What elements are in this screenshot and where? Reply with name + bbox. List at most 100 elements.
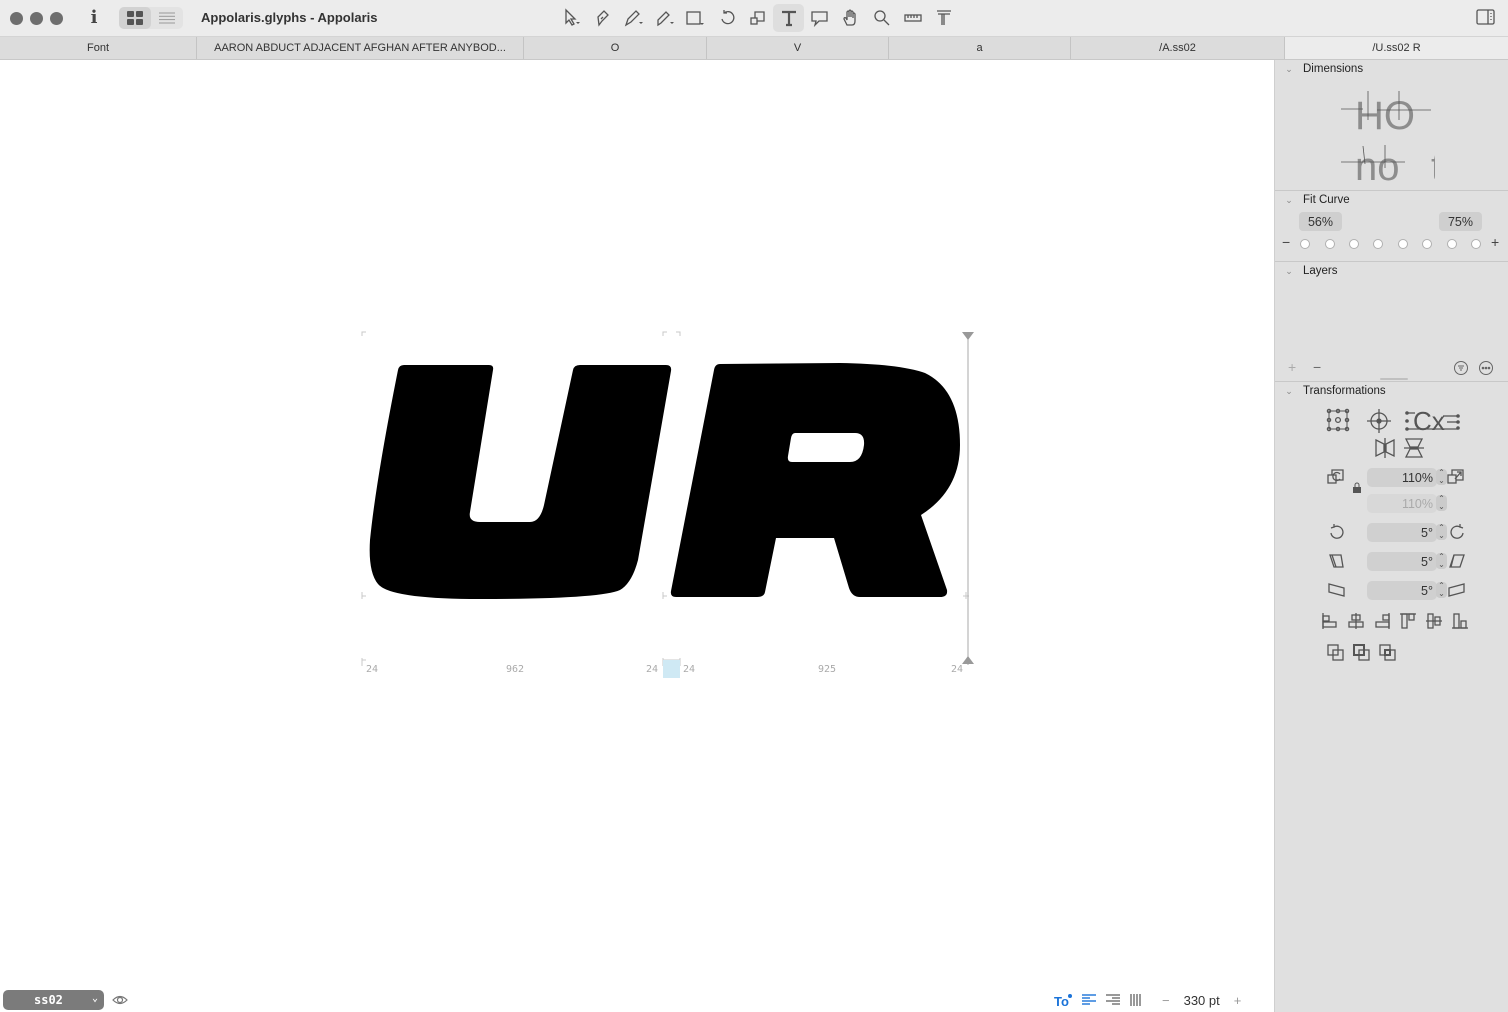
union-button[interactable] — [1326, 643, 1346, 668]
kerning-top-triangle[interactable] — [962, 332, 974, 340]
flip-horizontal-button[interactable] — [1374, 437, 1396, 464]
vertical-writing-button[interactable] — [1130, 994, 1142, 1006]
align-left-button[interactable] — [1082, 994, 1096, 1006]
align-right-button[interactable] — [1106, 994, 1120, 1006]
fit-curve-dot[interactable] — [1398, 239, 1408, 249]
glyph-edit-canvas[interactable]: 24 962 24 24 925 24 — [0, 60, 1274, 1012]
transform-origin-grid-button[interactable] — [1326, 408, 1350, 437]
skew-x-field[interactable]: 5° — [1367, 552, 1437, 571]
metrics-tool-button[interactable] — [928, 4, 959, 32]
rectangle-tool-button[interactable] — [680, 4, 711, 32]
skew-right-button[interactable] — [1447, 551, 1467, 576]
rotate-tool-button[interactable] — [711, 4, 742, 32]
tab-text-sample[interactable]: AARON ABDUCT ADJACENT AFGHAN AFTER ANYBO… — [197, 37, 524, 59]
rotate-angle-field[interactable]: 5° — [1367, 523, 1437, 542]
scale-y-stepper[interactable]: ⌃ ⌄ — [1436, 495, 1447, 511]
fit-curve-dot[interactable] — [1422, 239, 1432, 249]
align-bottom-edges-button[interactable] — [1451, 612, 1469, 635]
text-options-button[interactable]: To — [1054, 993, 1072, 1007]
zoom-tool-button[interactable] — [866, 4, 897, 32]
r-width-value[interactable]: 925 — [818, 664, 836, 675]
text-tool-button[interactable] — [773, 4, 804, 32]
feature-select[interactable]: ss02 ⌄ — [3, 990, 104, 1010]
pen-tool-button[interactable] — [618, 4, 649, 32]
layer-filter-icon[interactable] — [1453, 360, 1469, 376]
tab-glyph-a[interactable]: a — [889, 37, 1071, 59]
increase-size-button[interactable]: + — [1234, 993, 1242, 1008]
skew-down-button[interactable] — [1327, 580, 1347, 605]
glyph-u-ss02[interactable] — [369, 365, 672, 599]
dimensions-preview[interactable]: HO no t — [1335, 84, 1435, 184]
list-view-button[interactable] — [151, 7, 183, 29]
skew-left-button[interactable] — [1327, 551, 1347, 576]
tab-glyph-v[interactable]: V — [707, 37, 889, 59]
fit-curve-min-field[interactable]: 56% — [1299, 212, 1342, 231]
r-rsb-value[interactable]: 24 — [951, 664, 963, 675]
transform-metric-origin-button[interactable]: Cx — [1403, 406, 1463, 440]
fit-curve-max-field[interactable]: 75% — [1439, 212, 1482, 231]
zoom-window-button[interactable] — [50, 12, 63, 25]
pencil-tool-button[interactable] — [649, 4, 680, 32]
scale-up-button[interactable] — [1446, 467, 1468, 494]
fit-curve-plus-button[interactable]: + — [1491, 234, 1499, 250]
tab-glyph-o[interactable]: O — [524, 37, 707, 59]
decrease-size-button[interactable]: − — [1162, 993, 1170, 1008]
font-size-field[interactable]: 330 pt — [1184, 993, 1220, 1008]
fit-curve-dot[interactable] — [1471, 239, 1481, 249]
skew-up-button[interactable] — [1447, 580, 1467, 605]
toggle-sidebar-button[interactable] — [1476, 9, 1496, 26]
rotate-stepper[interactable]: ⌃ ⌄ — [1436, 524, 1447, 540]
transformations-section-header[interactable]: ⌄ Transformations — [1275, 382, 1508, 400]
fit-curve-dot[interactable] — [1349, 239, 1359, 249]
u-rsb-value[interactable]: 24 — [646, 664, 658, 675]
align-top-edges-button[interactable] — [1399, 612, 1417, 635]
rotate-ccw-button[interactable] — [1327, 522, 1347, 547]
select-tool-button[interactable] — [556, 4, 587, 32]
tab-glyph-u-ss02-r[interactable]: /U.ss02 R — [1285, 37, 1508, 59]
grid-view-button[interactable] — [119, 7, 151, 29]
tab-font[interactable]: Font — [0, 37, 197, 59]
intersect-button[interactable] — [1378, 643, 1398, 668]
scale-x-field[interactable]: 110% — [1367, 468, 1437, 487]
transform-origin-point-button[interactable] — [1366, 408, 1392, 439]
fit-curve-section-header[interactable]: ⌄ Fit Curve — [1275, 191, 1508, 209]
info-icon[interactable]: i — [86, 7, 102, 29]
lock-icon[interactable] — [1352, 482, 1362, 494]
fit-curve-dot[interactable] — [1325, 239, 1335, 249]
align-right-edges-button[interactable] — [1373, 612, 1391, 635]
fit-curve-dot[interactable] — [1300, 239, 1310, 249]
pen-nib-tool-button[interactable] — [587, 4, 618, 32]
hand-tool-button[interactable] — [835, 4, 866, 32]
scale-down-button[interactable] — [1326, 467, 1348, 494]
scale-tool-button[interactable] — [742, 4, 773, 32]
kerning-bottom-triangle[interactable] — [962, 656, 974, 664]
u-lsb-value[interactable]: 24 — [366, 664, 378, 675]
remove-layer-button[interactable]: − — [1313, 359, 1321, 375]
preview-toggle-button[interactable] — [112, 993, 128, 1007]
annotation-tool-button[interactable] — [804, 4, 835, 32]
align-horizontal-centers-button[interactable] — [1347, 612, 1365, 635]
close-window-button[interactable] — [10, 12, 23, 25]
align-vertical-centers-button[interactable] — [1425, 612, 1443, 635]
add-layer-button[interactable]: + — [1288, 359, 1296, 375]
minimize-window-button[interactable] — [30, 12, 43, 25]
u-width-value[interactable]: 962 — [506, 664, 524, 675]
scale-y-field[interactable]: 110% — [1367, 494, 1437, 513]
dimensions-section-header[interactable]: ⌄ Dimensions — [1275, 60, 1508, 78]
skew-y-stepper[interactable]: ⌃ ⌄ — [1436, 582, 1447, 598]
fit-curve-dot[interactable] — [1373, 239, 1383, 249]
flip-vertical-button[interactable] — [1403, 437, 1425, 464]
skew-x-stepper[interactable]: ⌃ ⌄ — [1436, 553, 1447, 569]
skew-y-field[interactable]: 5° — [1367, 581, 1437, 600]
glyph-r[interactable] — [670, 363, 960, 597]
layers-resize-handle[interactable] — [1380, 378, 1408, 380]
subtract-button[interactable] — [1352, 643, 1372, 668]
fit-curve-minus-button[interactable]: − — [1282, 234, 1290, 250]
layers-section-header[interactable]: ⌄ Layers — [1275, 262, 1508, 280]
measure-tool-button[interactable] — [897, 4, 928, 32]
align-left-edges-button[interactable] — [1321, 612, 1339, 635]
tab-glyph-a-ss02[interactable]: /A.ss02 — [1071, 37, 1285, 59]
r-lsb-value[interactable]: 24 — [683, 664, 695, 675]
fit-curve-dot[interactable] — [1447, 239, 1457, 249]
rotate-cw-button[interactable] — [1447, 522, 1467, 547]
